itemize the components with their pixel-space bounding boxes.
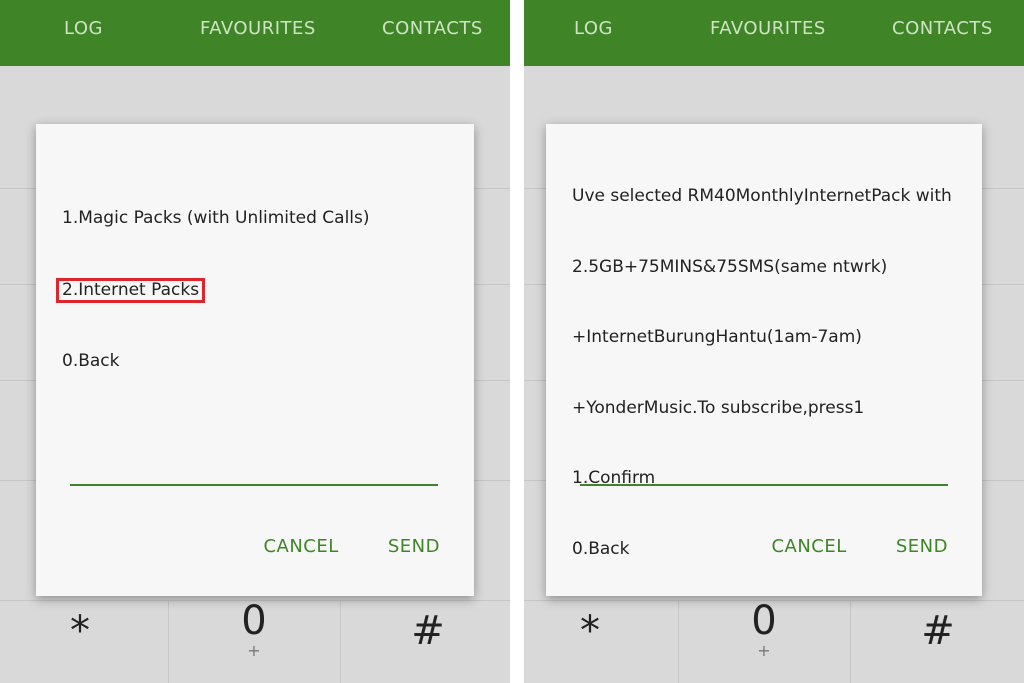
hash-key[interactable]: #	[898, 608, 978, 654]
tab-bar: LOG FAVOURITES CONTACTS	[524, 0, 1024, 66]
message-line: 1.Confirm	[572, 468, 656, 488]
star-key[interactable]: *	[40, 608, 120, 654]
send-button[interactable]: SEND	[388, 536, 440, 557]
zero-key-label: 0	[241, 598, 267, 644]
menu-line: 1.Magic Packs (with Unlimited Calls)	[62, 208, 370, 228]
tab-log[interactable]: LOG	[64, 18, 103, 39]
hash-key-label: #	[411, 608, 445, 654]
reply-input[interactable]	[580, 484, 948, 486]
hash-key-label: #	[921, 608, 955, 654]
message-line: Uve selected RM40MonthlyInternetPack wit…	[572, 186, 952, 206]
zero-key[interactable]: 0 +	[214, 598, 294, 660]
star-key[interactable]: *	[550, 608, 630, 654]
cancel-button[interactable]: CANCEL	[771, 536, 846, 557]
tab-contacts[interactable]: CONTACTS	[382, 18, 483, 39]
tab-contacts[interactable]: CONTACTS	[892, 18, 993, 39]
ussd-dialog-menu: 1.Magic Packs (with Unlimited Calls) 2.I…	[36, 124, 474, 596]
dialog-actions: CANCEL SEND	[727, 536, 948, 557]
tab-favourites[interactable]: FAVOURITES	[200, 18, 316, 39]
left-screen: LOG FAVOURITES CONTACTS * 0 + # 1.Magic …	[0, 0, 510, 683]
ussd-dialog-confirm: Uve selected RM40MonthlyInternetPack wit…	[546, 124, 982, 596]
zero-key-plus: +	[757, 641, 771, 660]
message-line: +InternetBurungHantu(1am-7am)	[572, 327, 862, 347]
send-button[interactable]: SEND	[896, 536, 948, 557]
highlighted-menu-line: 2.Internet Packs	[56, 277, 206, 303]
tab-log[interactable]: LOG	[574, 18, 613, 39]
star-key-label: *	[580, 608, 600, 654]
keypad-bottom-row: * 0 + #	[524, 598, 1024, 683]
tab-bar: LOG FAVOURITES CONTACTS	[0, 0, 510, 66]
star-key-label: *	[70, 608, 90, 654]
message-line: 2.5GB+75MINS&75SMS(same ntwrk)	[572, 256, 888, 277]
dialog-actions: CANCEL SEND	[219, 536, 440, 557]
right-screen: LOG FAVOURITES CONTACTS * 0 + # Uve sele…	[524, 0, 1024, 683]
reply-input[interactable]	[70, 484, 438, 486]
tab-favourites[interactable]: FAVOURITES	[710, 18, 826, 39]
menu-line: 0.Back	[62, 350, 120, 371]
image-divider	[510, 0, 524, 683]
cancel-button[interactable]: CANCEL	[263, 536, 338, 557]
hash-key[interactable]: #	[388, 608, 468, 654]
message-line: +YonderMusic.To subscribe,press1	[572, 397, 865, 418]
keypad-bottom-row: * 0 + #	[0, 598, 510, 683]
zero-key-plus: +	[247, 641, 261, 660]
ussd-message: 1.Magic Packs (with Unlimited Calls) 2.I…	[56, 160, 370, 420]
